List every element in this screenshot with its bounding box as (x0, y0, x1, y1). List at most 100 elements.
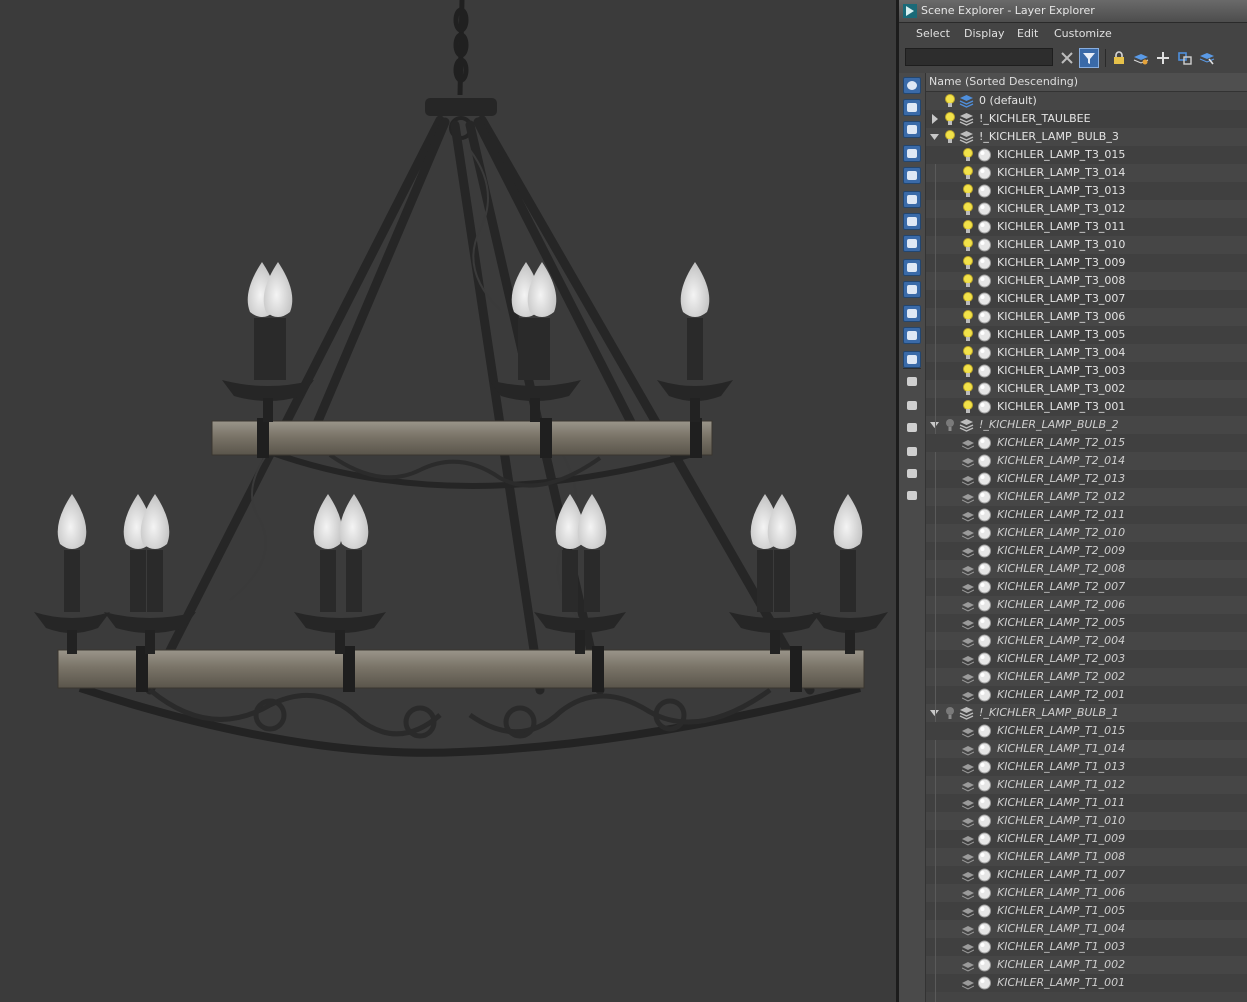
title-bar[interactable]: Scene Explorer - Layer Explorer (899, 0, 1247, 23)
hidden-layer-stack-icon[interactable] (962, 813, 974, 829)
object-row[interactable]: KICHLER_LAMP_T2_011 (926, 506, 1247, 524)
visibility-on-bulb-icon[interactable] (962, 237, 974, 253)
lock-button[interactable] (1109, 48, 1129, 68)
menu-customize[interactable]: Customize (1054, 27, 1112, 40)
object-row[interactable]: KICHLER_LAMP_T2_012 (926, 488, 1247, 506)
object-row[interactable]: KICHLER_LAMP_T3_003 (926, 362, 1247, 380)
lights-filter-button[interactable] (903, 191, 921, 208)
object-row[interactable]: KICHLER_LAMP_T2_004 (926, 632, 1247, 650)
bones-filter-button[interactable] (903, 327, 921, 344)
hidden-layer-stack-icon[interactable] (962, 651, 974, 667)
layer-tree[interactable]: Name (Sorted Descending) 0 (default) !_KI… (926, 73, 1247, 1002)
layer-row[interactable]: !_KICHLER_LAMP_BULB_3 (926, 128, 1247, 146)
object-row[interactable]: KICHLER_LAMP_T2_013 (926, 470, 1247, 488)
object-row[interactable]: KICHLER_LAMP_T3_011 (926, 218, 1247, 236)
visibility-on-bulb-icon[interactable] (962, 399, 974, 415)
hidden-layer-stack-icon[interactable] (962, 687, 974, 703)
hidden-layer-stack-icon[interactable] (962, 795, 974, 811)
visibility-off-bulb-icon[interactable] (944, 417, 956, 433)
object-row[interactable]: KICHLER_LAMP_T1_013 (926, 758, 1247, 776)
display-all-button[interactable] (903, 99, 921, 116)
collapse-arrow-icon[interactable] (930, 132, 939, 142)
object-row[interactable]: KICHLER_LAMP_T3_010 (926, 236, 1247, 254)
visibility-on-bulb-icon[interactable] (962, 345, 974, 361)
display-none-button[interactable] (903, 77, 921, 94)
visibility-on-bulb-icon[interactable] (962, 147, 974, 163)
helpers-filter-button[interactable] (903, 235, 921, 252)
menu-edit[interactable]: Edit (1017, 27, 1038, 40)
hidden-layer-stack-icon[interactable] (962, 435, 974, 451)
visibility-on-bulb-icon[interactable] (962, 255, 974, 271)
visibility-on-bulb-icon[interactable] (962, 327, 974, 343)
object-row[interactable]: KICHLER_LAMP_T3_015 (926, 146, 1247, 164)
object-row[interactable]: KICHLER_LAMP_T1_012 (926, 776, 1247, 794)
visibility-on-bulb-icon[interactable] (962, 219, 974, 235)
hidden-layer-stack-icon[interactable] (962, 633, 974, 649)
object-row[interactable]: KICHLER_LAMP_T2_003 (926, 650, 1247, 668)
filter-settings-button[interactable] (903, 465, 921, 482)
hidden-layer-stack-icon[interactable] (962, 453, 974, 469)
new-layer-button[interactable] (1131, 48, 1151, 68)
object-row[interactable]: KICHLER_LAMP_T1_003 (926, 938, 1247, 956)
filter-toggle-button[interactable] (903, 487, 921, 504)
visibility-on-bulb-icon[interactable] (962, 381, 974, 397)
hidden-layer-stack-icon[interactable] (962, 669, 974, 685)
invert-display-button[interactable] (903, 121, 921, 138)
search-input[interactable] (905, 48, 1053, 66)
last-filter-button[interactable] (903, 419, 921, 436)
layer-row[interactable]: !_KICHLER_TAULBEE (926, 110, 1247, 128)
object-row[interactable]: KICHLER_LAMP_T3_008 (926, 272, 1247, 290)
object-row[interactable]: KICHLER_LAMP_T2_010 (926, 524, 1247, 542)
object-row[interactable]: KICHLER_LAMP_T1_005 (926, 902, 1247, 920)
layer-row[interactable]: !_KICHLER_LAMP_BULB_1 (926, 704, 1247, 722)
object-row[interactable]: KICHLER_LAMP_T2_002 (926, 668, 1247, 686)
hidden-layer-stack-icon[interactable] (962, 723, 974, 739)
filter-funnel-button[interactable] (903, 443, 921, 460)
hidden-layer-stack-icon[interactable] (962, 543, 974, 559)
expand-arrow-icon[interactable] (930, 114, 939, 124)
object-row[interactable]: KICHLER_LAMP_T3_012 (926, 200, 1247, 218)
hidden-layer-stack-icon[interactable] (962, 471, 974, 487)
visibility-on-bulb-icon[interactable] (944, 111, 956, 127)
hidden-layer-stack-icon[interactable] (962, 615, 974, 631)
hidden-layer-stack-icon[interactable] (962, 489, 974, 505)
clear-search-button[interactable] (1057, 48, 1077, 68)
visibility-on-bulb-icon[interactable] (962, 363, 974, 379)
geometry-filter-button[interactable] (903, 145, 921, 162)
shapes-filter-button[interactable] (903, 167, 921, 184)
object-row[interactable]: KICHLER_LAMP_T1_001 (926, 974, 1247, 992)
object-row[interactable]: KICHLER_LAMP_T3_007 (926, 290, 1247, 308)
hidden-layer-stack-icon[interactable] (962, 975, 974, 991)
hidden-layer-stack-icon[interactable] (962, 579, 974, 595)
object-row[interactable]: KICHLER_LAMP_T1_011 (926, 794, 1247, 812)
spacewarps-filter-button[interactable] (903, 259, 921, 276)
object-row[interactable]: KICHLER_LAMP_T2_005 (926, 614, 1247, 632)
visibility-on-bulb-icon[interactable] (962, 201, 974, 217)
object-row[interactable]: KICHLER_LAMP_T3_004 (926, 344, 1247, 362)
hidden-layer-stack-icon[interactable] (962, 921, 974, 937)
menu-select[interactable]: Select (916, 27, 950, 40)
object-row[interactable]: KICHLER_LAMP_T1_007 (926, 866, 1247, 884)
hidden-layer-stack-icon[interactable] (962, 525, 974, 541)
object-row[interactable]: KICHLER_LAMP_T3_013 (926, 182, 1247, 200)
hidden-layer-stack-icon[interactable] (962, 741, 974, 757)
object-row[interactable]: KICHLER_LAMP_T1_006 (926, 884, 1247, 902)
object-row[interactable]: KICHLER_LAMP_T3_006 (926, 308, 1247, 326)
frozen-filter-button[interactable] (903, 373, 921, 390)
object-row[interactable]: KICHLER_LAMP_T3_014 (926, 164, 1247, 182)
containers-filter-button[interactable] (903, 351, 921, 368)
hidden-filter-button[interactable] (903, 397, 921, 414)
object-row[interactable]: KICHLER_LAMP_T1_008 (926, 848, 1247, 866)
object-row[interactable]: KICHLER_LAMP_T3_002 (926, 380, 1247, 398)
object-row[interactable]: KICHLER_LAMP_T1_010 (926, 812, 1247, 830)
layer-row[interactable]: 0 (default) (926, 92, 1247, 110)
hidden-layer-stack-icon[interactable] (962, 561, 974, 577)
column-header-name[interactable]: Name (Sorted Descending) (926, 73, 1247, 92)
object-row[interactable]: KICHLER_LAMP_T2_009 (926, 542, 1247, 560)
visibility-off-bulb-icon[interactable] (944, 705, 956, 721)
object-row[interactable]: KICHLER_LAMP_T2_007 (926, 578, 1247, 596)
hidden-layer-stack-icon[interactable] (962, 849, 974, 865)
add-to-layer-button[interactable] (1153, 48, 1173, 68)
groups-filter-button[interactable] (903, 281, 921, 298)
visibility-on-bulb-icon[interactable] (962, 273, 974, 289)
